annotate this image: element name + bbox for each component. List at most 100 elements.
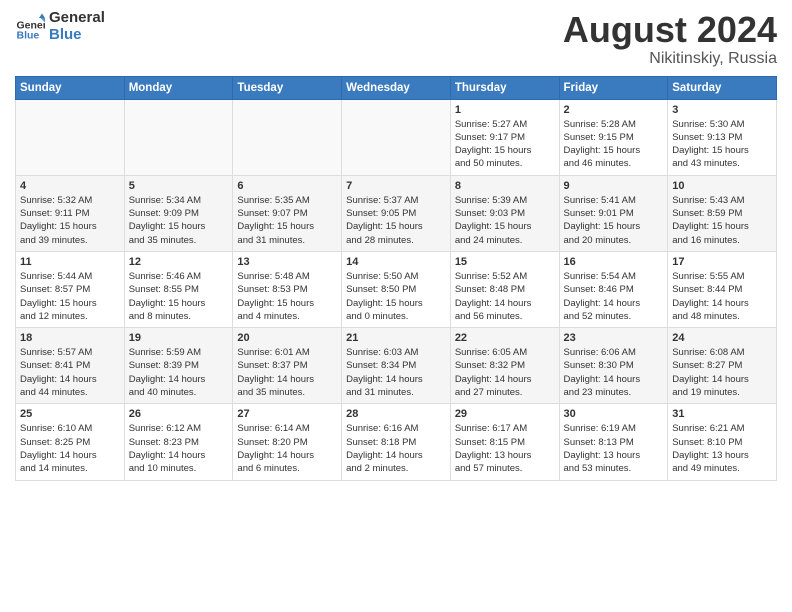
day-number: 1 <box>455 104 555 116</box>
day-cell: 29Sunrise: 6:17 AM Sunset: 8:15 PM Dayli… <box>450 404 559 480</box>
day-cell: 10Sunrise: 5:43 AM Sunset: 8:59 PM Dayli… <box>668 175 777 251</box>
week-row-3: 11 Sunrise: 5:44 AM Sunset: 8:57 PM Dayli… <box>16 251 777 327</box>
day-info: Sunrise: 6:05 AM Sunset: 8:32 PM Dayligh… <box>455 346 555 399</box>
logo-blue: Blue <box>49 27 105 44</box>
day-cell: 9 Sunrise: 5:41 AM Sunset: 9:01 PM Daylig… <box>559 175 668 251</box>
day-cell <box>342 99 451 175</box>
col-header-thursday: Thursday <box>450 76 559 99</box>
day-info: Sunrise: 5:50 AM Sunset: 8:50 PM Dayligh… <box>346 270 446 323</box>
day-info: Sunrise: 5:32 AM Sunset: 9:11 PM Dayligh… <box>20 194 120 247</box>
day-number: 30 <box>564 408 664 420</box>
day-number: 6 <box>237 180 337 192</box>
day-cell: 25 Sunrise: 6:10 AM Sunset: 8:25 PM Dayli… <box>16 404 125 480</box>
day-number: 9 <box>564 180 664 192</box>
day-info: Sunrise: 5:39 AM Sunset: 9:03 PM Dayligh… <box>455 194 555 247</box>
day-number: 13 <box>237 256 337 268</box>
week-row-2: 4 Sunrise: 5:32 AM Sunset: 9:11 PM Daylig… <box>16 175 777 251</box>
day-number: 22 <box>455 332 555 344</box>
day-cell: 14 Sunrise: 5:50 AM Sunset: 8:50 PM Dayli… <box>342 251 451 327</box>
day-info: Sunrise: 5:59 AM Sunset: 8:39 PM Dayligh… <box>129 346 229 399</box>
day-number: 28 <box>346 408 446 420</box>
day-number: 3 <box>672 104 772 116</box>
day-info: Sunrise: 5:41 AM Sunset: 9:01 PM Dayligh… <box>564 194 664 247</box>
day-info: Sunrise: 5:34 AM Sunset: 9:09 PM Dayligh… <box>129 194 229 247</box>
day-cell: 26Sunrise: 6:12 AM Sunset: 8:23 PM Dayli… <box>124 404 233 480</box>
day-info: Sunrise: 5:28 AM Sunset: 9:15 PM Dayligh… <box>564 118 664 171</box>
day-info: Sunrise: 5:57 AM Sunset: 8:41 PM Dayligh… <box>20 346 120 399</box>
day-info: Sunrise: 6:06 AM Sunset: 8:30 PM Dayligh… <box>564 346 664 399</box>
day-cell <box>233 99 342 175</box>
day-cell: 12 Sunrise: 5:46 AM Sunset: 8:55 PM Dayli… <box>124 251 233 327</box>
day-number: 12 <box>129 256 229 268</box>
day-info: Sunrise: 6:16 AM Sunset: 8:18 PM Dayligh… <box>346 422 446 475</box>
day-number: 23 <box>564 332 664 344</box>
day-cell: 20 Sunrise: 6:01 AM Sunset: 8:37 PM Dayli… <box>233 328 342 404</box>
day-number: 19 <box>129 332 229 344</box>
day-info: Sunrise: 5:54 AM Sunset: 8:46 PM Dayligh… <box>564 270 664 323</box>
day-cell: 28 Sunrise: 6:16 AM Sunset: 8:18 PM Dayli… <box>342 404 451 480</box>
day-info: Sunrise: 5:27 AM Sunset: 9:17 PM Dayligh… <box>455 118 555 171</box>
day-info: Sunrise: 5:55 AM Sunset: 8:44 PM Dayligh… <box>672 270 772 323</box>
day-number: 27 <box>237 408 337 420</box>
week-row-1: 1 Sunrise: 5:27 AM Sunset: 9:17 PM Daylig… <box>16 99 777 175</box>
day-cell <box>124 99 233 175</box>
day-number: 15 <box>455 256 555 268</box>
day-number: 16 <box>564 256 664 268</box>
day-cell: 8 Sunrise: 5:39 AM Sunset: 9:03 PM Daylig… <box>450 175 559 251</box>
day-number: 20 <box>237 332 337 344</box>
day-cell: 6 Sunrise: 5:35 AM Sunset: 9:07 PM Daylig… <box>233 175 342 251</box>
day-number: 21 <box>346 332 446 344</box>
week-row-5: 25 Sunrise: 6:10 AM Sunset: 8:25 PM Dayli… <box>16 404 777 480</box>
day-cell: 18 Sunrise: 5:57 AM Sunset: 8:41 PM Dayli… <box>16 328 125 404</box>
day-cell: 4 Sunrise: 5:32 AM Sunset: 9:11 PM Daylig… <box>16 175 125 251</box>
day-number: 18 <box>20 332 120 344</box>
day-number: 8 <box>455 180 555 192</box>
day-info: Sunrise: 5:43 AM Sunset: 8:59 PM Dayligh… <box>672 194 772 247</box>
subtitle: Nikitinskiy, Russia <box>563 50 777 68</box>
day-info: Sunrise: 5:52 AM Sunset: 8:48 PM Dayligh… <box>455 270 555 323</box>
day-cell: 1 Sunrise: 5:27 AM Sunset: 9:17 PM Daylig… <box>450 99 559 175</box>
day-info: Sunrise: 5:35 AM Sunset: 9:07 PM Dayligh… <box>237 194 337 247</box>
header: General Blue General Blue August 2024 Ni… <box>15 10 777 68</box>
day-info: Sunrise: 5:37 AM Sunset: 9:05 PM Dayligh… <box>346 194 446 247</box>
page-container: General Blue General Blue August 2024 Ni… <box>0 0 792 489</box>
col-header-sunday: Sunday <box>16 76 125 99</box>
day-info: Sunrise: 6:01 AM Sunset: 8:37 PM Dayligh… <box>237 346 337 399</box>
day-cell: 5 Sunrise: 5:34 AM Sunset: 9:09 PM Daylig… <box>124 175 233 251</box>
day-info: Sunrise: 5:44 AM Sunset: 8:57 PM Dayligh… <box>20 270 120 323</box>
day-info: Sunrise: 6:10 AM Sunset: 8:25 PM Dayligh… <box>20 422 120 475</box>
title-block: August 2024 Nikitinskiy, Russia <box>563 10 777 68</box>
calendar-header-row: SundayMondayTuesdayWednesdayThursdayFrid… <box>16 76 777 99</box>
day-cell: 17Sunrise: 5:55 AM Sunset: 8:44 PM Dayli… <box>668 251 777 327</box>
col-header-tuesday: Tuesday <box>233 76 342 99</box>
day-cell: 30 Sunrise: 6:19 AM Sunset: 8:13 PM Dayli… <box>559 404 668 480</box>
day-cell: 27 Sunrise: 6:14 AM Sunset: 8:20 PM Dayli… <box>233 404 342 480</box>
day-info: Sunrise: 6:14 AM Sunset: 8:20 PM Dayligh… <box>237 422 337 475</box>
logo-icon: General Blue <box>15 12 45 42</box>
day-cell: 22 Sunrise: 6:05 AM Sunset: 8:32 PM Dayli… <box>450 328 559 404</box>
day-cell: 15 Sunrise: 5:52 AM Sunset: 8:48 PM Dayli… <box>450 251 559 327</box>
day-number: 31 <box>672 408 772 420</box>
col-header-saturday: Saturday <box>668 76 777 99</box>
day-number: 5 <box>129 180 229 192</box>
logo-text-block: General Blue <box>49 10 105 43</box>
day-cell <box>16 99 125 175</box>
day-info: Sunrise: 6:19 AM Sunset: 8:13 PM Dayligh… <box>564 422 664 475</box>
week-row-4: 18 Sunrise: 5:57 AM Sunset: 8:41 PM Dayli… <box>16 328 777 404</box>
day-cell: 24Sunrise: 6:08 AM Sunset: 8:27 PM Dayli… <box>668 328 777 404</box>
day-number: 11 <box>20 256 120 268</box>
day-cell: 7 Sunrise: 5:37 AM Sunset: 9:05 PM Daylig… <box>342 175 451 251</box>
day-number: 14 <box>346 256 446 268</box>
day-info: Sunrise: 6:03 AM Sunset: 8:34 PM Dayligh… <box>346 346 446 399</box>
day-number: 24 <box>672 332 772 344</box>
day-number: 4 <box>20 180 120 192</box>
day-info: Sunrise: 6:12 AM Sunset: 8:23 PM Dayligh… <box>129 422 229 475</box>
day-number: 25 <box>20 408 120 420</box>
day-info: Sunrise: 5:46 AM Sunset: 8:55 PM Dayligh… <box>129 270 229 323</box>
day-number: 7 <box>346 180 446 192</box>
month-title: August 2024 <box>563 10 777 50</box>
day-info: Sunrise: 5:48 AM Sunset: 8:53 PM Dayligh… <box>237 270 337 323</box>
svg-text:Blue: Blue <box>17 29 40 41</box>
day-cell: 23 Sunrise: 6:06 AM Sunset: 8:30 PM Dayli… <box>559 328 668 404</box>
day-info: Sunrise: 5:30 AM Sunset: 9:13 PM Dayligh… <box>672 118 772 171</box>
